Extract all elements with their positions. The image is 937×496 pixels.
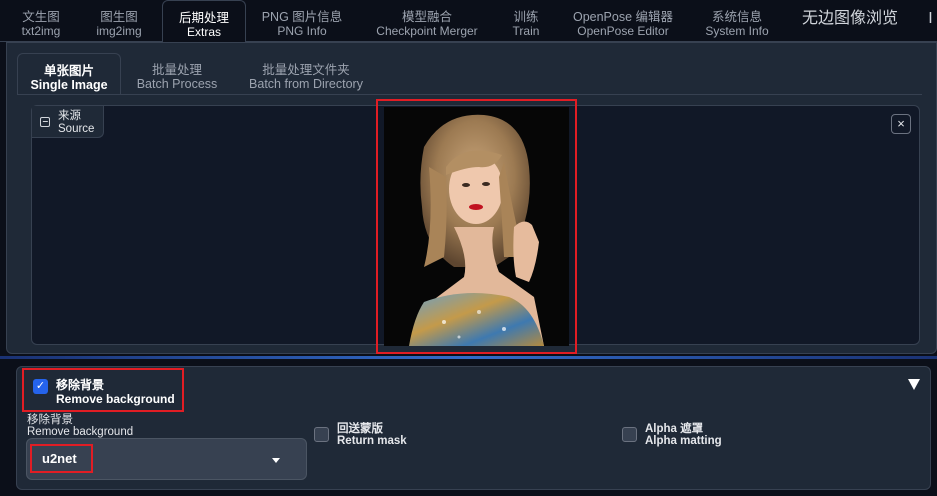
tab-batch-from-directory[interactable]: 批量处理文件夹 Batch from Directory: [241, 53, 371, 95]
remove-background-highlight: ✓ 移除背景 Remove background: [22, 368, 184, 412]
tab-label-cn: 批量处理文件夹: [262, 63, 350, 77]
model-select-value: u2net: [42, 451, 77, 466]
tab-label-cn: 文生图: [22, 10, 60, 24]
tab-label-cn: 批量处理: [151, 63, 202, 77]
return-mask-label: 回送蒙版 Return mask: [337, 423, 407, 447]
alpha-matting-checkbox[interactable]: [622, 427, 637, 442]
tab-label-cn: 单张图片: [43, 64, 94, 78]
tab-label-en: Checkpoint Merger: [376, 24, 478, 38]
model-field-label: 移除背景 Remove background: [27, 414, 133, 438]
tab-png-info[interactable]: PNG 图片信息 PNG Info: [252, 0, 352, 42]
section-divider: [0, 356, 937, 359]
tab-label-en: OpenPose Editor: [577, 24, 669, 38]
return-mask-label-en: Return mask: [337, 435, 407, 447]
tab-label-cn: 系统信息: [711, 10, 762, 24]
source-label-cn: 来源: [58, 110, 81, 122]
source-label-en: Source: [58, 123, 95, 135]
tab-label-en: txt2img: [21, 24, 61, 38]
tab-infinite-image-browsing[interactable]: 无边图像浏览: [796, 0, 904, 42]
top-tab-bar: 文生图 txt2img 图生图 img2img 后期处理 Extras PNG …: [0, 0, 937, 43]
tab-label-en: Single Image: [30, 78, 108, 92]
tab-label-en: System Info: [705, 24, 769, 38]
return-mask-checkbox[interactable]: [314, 427, 329, 442]
tab-label-cn: 图生图: [100, 10, 138, 24]
tab-checkpoint-merger[interactable]: 模型融合 Checkpoint Merger: [366, 0, 488, 42]
image-icon: [40, 117, 50, 127]
tab-txt2img[interactable]: 文生图 txt2img: [10, 0, 72, 42]
tab-label-en: img2img: [96, 24, 142, 38]
model-select[interactable]: u2net: [26, 438, 307, 480]
image-highlight-frame: [376, 99, 577, 354]
remove-background-title-en: Remove background: [56, 392, 175, 406]
tab-label-en: Batch Process: [136, 77, 218, 91]
remove-background-title: 移除背景 Remove background: [56, 378, 175, 406]
model-label-en: Remove background: [27, 426, 134, 438]
tab-single-image[interactable]: 单张图片 Single Image: [17, 53, 121, 95]
tab-label-cn: PNG 图片信息: [261, 10, 343, 24]
chevron-down-icon: [272, 458, 280, 463]
tab-extras[interactable]: 后期处理 Extras: [162, 0, 246, 43]
tab-label-cn: OpenPose 编辑器: [572, 10, 674, 24]
tab-label-cn: 训练: [513, 10, 539, 24]
model-label-cn: 移除背景: [27, 414, 73, 426]
sub-tab-divider: [17, 94, 922, 95]
tab-batch-process[interactable]: 批量处理 Batch Process: [135, 53, 219, 95]
alpha-matting-label-en: Alpha matting: [645, 435, 722, 447]
clear-image-button[interactable]: ×: [891, 114, 911, 134]
alpha-matting-label-cn: Alpha 遮罩: [645, 423, 704, 435]
tab-img2img[interactable]: 图生图 img2img: [88, 0, 150, 42]
alpha-matting-label: Alpha 遮罩 Alpha matting: [645, 423, 722, 447]
source-image-dropzone[interactable]: 来源 Source ×: [31, 99, 920, 354]
tab-openpose-editor[interactable]: OpenPose 编辑器 OpenPose Editor: [564, 0, 682, 42]
tab-label-cn: 后期处理: [178, 11, 229, 25]
tab-system-info[interactable]: 系统信息 System Info: [694, 0, 780, 42]
tab-label-en: Extras: [186, 25, 221, 39]
portrait-image: [384, 107, 569, 346]
collapse-triangle-icon[interactable]: [908, 379, 920, 390]
tab-train[interactable]: 训练 Train: [500, 0, 552, 42]
remove-background-title-cn: 移除背景: [56, 378, 105, 392]
tab-label-en: PNG Info: [277, 24, 327, 38]
return-mask-label-cn: 回送蒙版: [337, 423, 383, 435]
tab-overflow[interactable]: I: [924, 0, 937, 42]
extras-sub-tabs: 单张图片 Single Image 批量处理 Batch Process 批量处…: [17, 53, 932, 95]
tab-label-en: Batch from Directory: [249, 77, 363, 91]
tab-label-cn: 无边图像浏览: [801, 10, 898, 27]
remove-background-checkbox[interactable]: ✓: [33, 379, 48, 394]
extras-panel: 单张图片 Single Image 批量处理 Batch Process 批量处…: [6, 42, 937, 354]
tab-label-cn: I: [928, 10, 933, 27]
source-photo: [384, 107, 569, 346]
tab-label-en: Train: [512, 24, 540, 38]
remove-background-panel: ✓ 移除背景 Remove background 移除背景 Remove bac…: [16, 366, 931, 490]
tab-label-cn: 模型融合: [401, 10, 452, 24]
source-label: 来源 Source: [32, 106, 104, 138]
